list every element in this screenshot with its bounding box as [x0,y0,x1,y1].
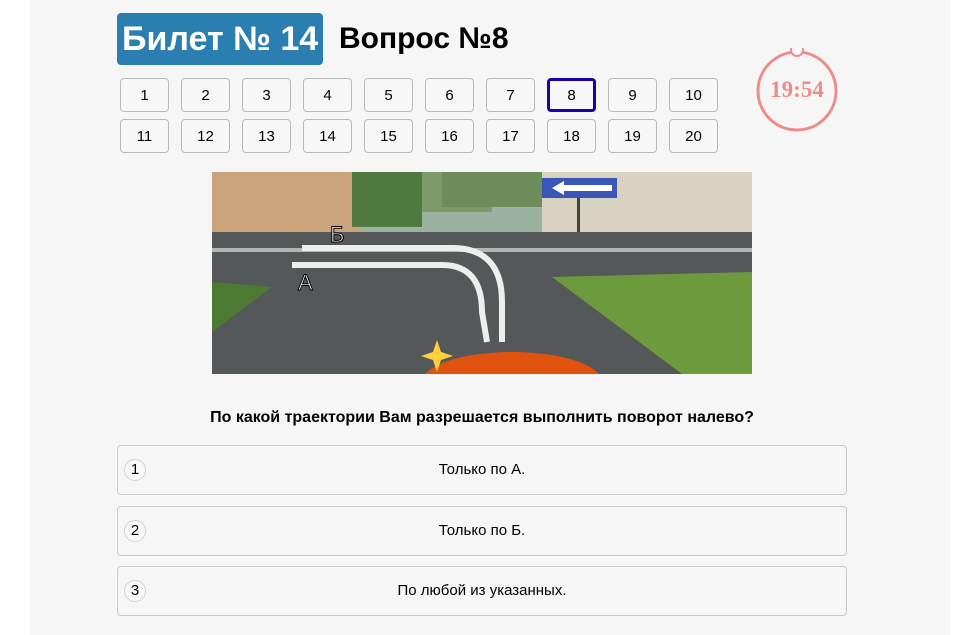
answer-option-3[interactable]: 3По любой из указанных. [117,566,847,616]
question-button-3[interactable]: 3 [242,78,291,112]
answer-text: По любой из указанных. [118,567,846,615]
answer-option-1[interactable]: 1Только по А. [117,445,847,495]
question-button-7[interactable]: 7 [486,78,535,112]
question-nav: 1234567891011121314151617181920 [120,78,718,153]
question-button-18[interactable]: 18 [547,119,596,153]
question-button-9[interactable]: 9 [608,78,657,112]
question-button-11[interactable]: 11 [120,119,169,153]
question-button-16[interactable]: 16 [425,119,474,153]
question-button-20[interactable]: 20 [669,119,718,153]
question-button-13[interactable]: 13 [242,119,291,153]
answer-text: Только по А. [118,446,846,494]
question-button-19[interactable]: 19 [608,119,657,153]
question-button-8[interactable]: 8 [547,78,596,112]
question-button-14[interactable]: 14 [303,119,352,153]
question-button-5[interactable]: 5 [364,78,413,112]
question-button-12[interactable]: 12 [181,119,230,153]
answer-text: Только по Б. [118,507,846,555]
question-button-1[interactable]: 1 [120,78,169,112]
question-text: По какой траектории Вам разрешается выпо… [117,409,847,427]
timer: 19:54 [755,48,839,132]
question-number: Вопрос №8 [339,13,509,65]
question-button-4[interactable]: 4 [303,78,352,112]
timer-value: 19:54 [755,48,839,132]
question-button-2[interactable]: 2 [181,78,230,112]
label-b: Б [330,222,344,247]
ticket-title: Билет № 14 [117,13,323,65]
question-button-10[interactable]: 10 [669,78,718,112]
question-button-17[interactable]: 17 [486,119,535,153]
question-button-6[interactable]: 6 [425,78,474,112]
question-button-15[interactable]: 15 [364,119,413,153]
label-a: А [298,270,313,295]
question-image: Б А [212,172,752,374]
answer-option-2[interactable]: 2Только по Б. [117,506,847,556]
